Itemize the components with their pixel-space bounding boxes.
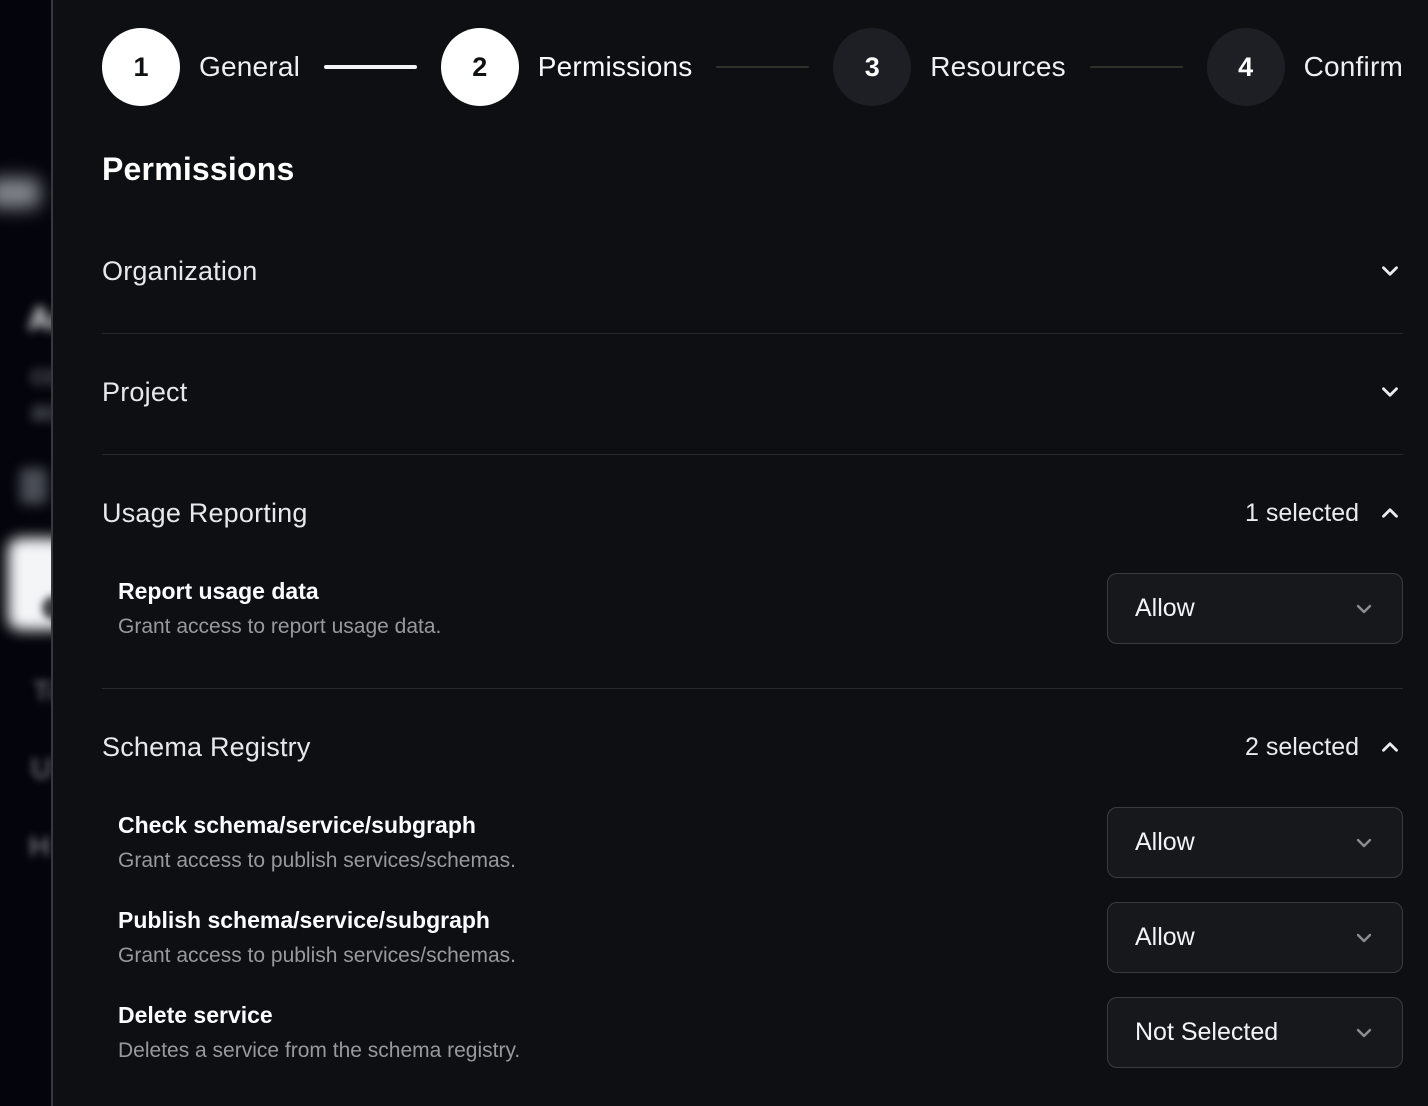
blurred-icon (20, 468, 47, 504)
step-label: Confirm (1304, 51, 1403, 83)
stepper-step[interactable]: 2 Permissions (441, 28, 693, 106)
permission-section: Usage Reporting 1 selected Report usage … (102, 455, 1403, 689)
permission-row: Check schema/service/subgraph Grant acce… (102, 807, 1403, 878)
permission-level-select[interactable]: Allow (1107, 807, 1403, 878)
chevron-down-icon (1377, 379, 1403, 405)
section-header[interactable]: Project (102, 374, 1403, 410)
permission-description: Grant access to publish services/schemas… (118, 847, 516, 875)
permission-description: Grant access to report usage data. (118, 613, 441, 641)
permission-text: Report usage data Grant access to report… (102, 576, 441, 641)
permission-text: Publish schema/service/subgraph Grant ac… (102, 905, 516, 970)
permission-description: Deletes a service from the schema regist… (118, 1037, 520, 1065)
section-meta: 2 selected (1245, 733, 1403, 762)
section-header[interactable]: Schema Registry 2 selected (102, 729, 1403, 765)
app-window: Ac co as Ti U H 1 General 2 Permissions … (0, 0, 1428, 1106)
create-role-wizard-panel: 1 General 2 Permissions 3 Resources 4 Co… (55, 0, 1428, 1106)
permission-items: Report usage data Grant access to report… (102, 573, 1403, 644)
step-number: 4 (1238, 52, 1253, 83)
stepper-step[interactable]: 4 Confirm (1207, 28, 1403, 106)
selected-count: 2 selected (1245, 733, 1359, 762)
chevron-down-icon (1352, 597, 1376, 621)
step-number-circle: 1 (102, 28, 180, 106)
step-label: Permissions (538, 51, 693, 83)
blurred-body-text: as (31, 396, 53, 427)
permission-title: Publish schema/service/subgraph (118, 905, 516, 935)
section-title: Organization (102, 253, 258, 289)
permission-level-select[interactable]: Not Selected (1107, 997, 1403, 1068)
chevron-down-icon (1352, 926, 1376, 950)
chevron-up-icon (1377, 500, 1403, 526)
step-number: 2 (472, 52, 487, 83)
permission-text: Delete service Deletes a service from th… (102, 1000, 520, 1065)
step-connector (1090, 66, 1183, 68)
chevron-down-icon (1377, 258, 1403, 284)
step-connector (324, 65, 417, 69)
stepper-step[interactable]: 1 General (102, 28, 300, 106)
page-title: Permissions (102, 149, 1403, 189)
permission-title: Check schema/service/subgraph (118, 810, 516, 840)
permission-row: Publish schema/service/subgraph Grant ac… (102, 902, 1403, 973)
blurred-heading-text: Ac (28, 300, 53, 338)
step-connector (716, 66, 809, 68)
permission-section: Schema Registry 2 selected Check schema/… (102, 689, 1403, 1106)
section-header[interactable]: Organization (102, 253, 1403, 289)
step-number: 1 (133, 52, 148, 83)
permission-section: Project (102, 334, 1403, 455)
permission-description: Grant access to publish services/schemas… (118, 942, 516, 970)
selected-value: Allow (1135, 594, 1195, 623)
permission-title: Report usage data (118, 576, 441, 606)
step-number-circle: 4 (1207, 28, 1285, 106)
permission-items: Check schema/service/subgraph Grant acce… (102, 807, 1403, 1068)
background-page-strip: Ac co as Ti U H (0, 0, 53, 1106)
chevron-down-icon (1352, 1021, 1376, 1045)
selected-count: 1 selected (1245, 499, 1359, 528)
permission-sections: Organization Project Usage Reporting (102, 213, 1403, 1106)
step-number-circle: 3 (833, 28, 911, 106)
section-meta (1377, 379, 1403, 405)
permission-text: Check schema/service/subgraph Grant acce… (102, 810, 516, 875)
stepper-step[interactable]: 3 Resources (833, 28, 1066, 106)
section-header[interactable]: Usage Reporting 1 selected (102, 495, 1403, 531)
blurred-smudge (0, 178, 40, 208)
section-title: Usage Reporting (102, 495, 308, 531)
permission-row: Delete service Deletes a service from th… (102, 997, 1403, 1068)
blurred-nav-text: Ti (33, 676, 53, 707)
selected-value: Not Selected (1135, 1018, 1278, 1047)
section-meta: 1 selected (1245, 499, 1403, 528)
chevron-up-icon (1377, 734, 1403, 760)
permission-row: Report usage data Grant access to report… (102, 573, 1403, 644)
permission-title: Delete service (118, 1000, 520, 1030)
selected-value: Allow (1135, 923, 1195, 952)
permission-level-select[interactable]: Allow (1107, 573, 1403, 644)
section-title: Schema Registry (102, 729, 311, 765)
permission-section: Organization (102, 213, 1403, 334)
wizard-stepper: 1 General 2 Permissions 3 Resources 4 Co… (102, 27, 1403, 107)
blurred-body-text: co (31, 360, 53, 391)
permission-level-select[interactable]: Allow (1107, 902, 1403, 973)
step-label: General (199, 51, 300, 83)
chevron-down-icon (1352, 831, 1376, 855)
step-number: 3 (865, 52, 880, 83)
step-label: Resources (930, 51, 1066, 83)
selected-value: Allow (1135, 828, 1195, 857)
blurred-nav-text: H (29, 831, 50, 864)
step-number-circle: 2 (441, 28, 519, 106)
section-title: Project (102, 374, 187, 410)
blurred-nav-text: U (31, 753, 52, 786)
section-meta (1377, 258, 1403, 284)
